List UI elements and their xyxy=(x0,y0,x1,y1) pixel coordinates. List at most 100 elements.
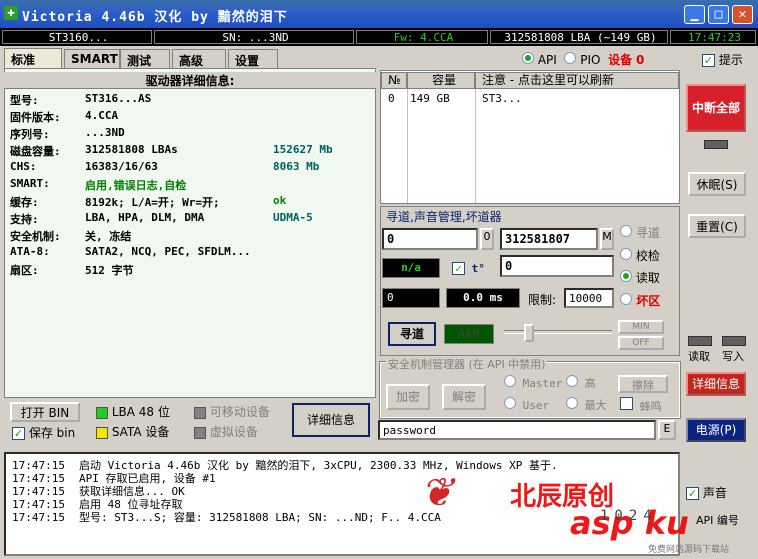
virtual-indicator: 虚拟设备 xyxy=(194,423,258,440)
log-message: 型号: ST3...S; 容量: 312581808 LBA; SN: ...N… xyxy=(78,511,441,524)
col-capacity[interactable]: 容量 xyxy=(407,72,475,89)
aam-slider-thumb[interactable] xyxy=(524,324,534,342)
removable-led xyxy=(194,406,206,419)
high-radio[interactable] xyxy=(566,375,578,387)
lba48-led xyxy=(96,406,108,419)
erase-button[interactable]: 擦除 xyxy=(618,375,668,393)
status-led xyxy=(704,140,728,149)
detail-row: 支持: LBA, HPA, DLM, DMA UDMA-5 xyxy=(10,211,370,227)
mode-bad[interactable]: 坏区 xyxy=(620,292,660,309)
tab-test[interactable]: 测试 xyxy=(120,49,170,68)
limit-input[interactable]: 10000 xyxy=(564,288,614,308)
mode-verify[interactable]: 校检 xyxy=(620,247,660,264)
encrypt-button[interactable]: 加密 xyxy=(386,384,430,410)
password-input[interactable]: password xyxy=(378,420,656,440)
hint-toggle[interactable]: ✓ 提示 xyxy=(702,51,743,68)
minimize-button[interactable]: ▁ xyxy=(684,5,705,24)
max-option[interactable]: 最大 xyxy=(566,397,607,413)
removable-label: 可移动设备 xyxy=(209,405,270,419)
detail-key: 缓存: xyxy=(10,196,39,209)
mode-read[interactable]: 读取 xyxy=(620,269,660,286)
detail-value: 4.CCA xyxy=(85,109,119,122)
decrypt-button[interactable]: 解密 xyxy=(442,384,486,410)
detail-row: 缓存: 8192k; L/A=开; Wr=开; ok xyxy=(10,194,370,210)
sound-checkbox[interactable]: ✓ xyxy=(686,487,699,500)
aam-off-button[interactable]: OFF xyxy=(618,336,664,350)
api-radio[interactable] xyxy=(522,52,534,64)
lba48-label: LBA 48 位 xyxy=(111,405,170,419)
detail-extra: UDMA-5 xyxy=(273,211,313,224)
hint-label: 提示 xyxy=(718,53,743,67)
aam-min-button[interactable]: MIN xyxy=(618,320,664,334)
detail-extra: 152627 Mb xyxy=(273,143,333,156)
details-button[interactable]: 详细信息 xyxy=(292,403,370,437)
security-title: 安全机制管理器 (在 API 中禁用) xyxy=(386,356,548,372)
detail-row: 扇区: 512 字节 xyxy=(10,262,370,278)
mode-verify-radio[interactable] xyxy=(620,248,632,260)
row-note: ST3... xyxy=(482,92,522,105)
detail-key: 扇区: xyxy=(10,264,39,277)
mode-bad-radio[interactable] xyxy=(620,293,632,305)
save-bin-toggle[interactable]: ✓ 保存 bin xyxy=(12,424,75,441)
window-title: Victoria 4.46b 汉化 by 黯然的泪下 xyxy=(22,10,288,25)
seek-button[interactable]: 寻道 xyxy=(388,322,436,346)
detail-row: 型号: ST316...AS xyxy=(10,92,370,108)
detail-row: SMART: 启用,错误日志,自检 xyxy=(10,177,370,193)
high-option[interactable]: 高 xyxy=(566,375,596,391)
close-button[interactable]: ✕ xyxy=(732,5,753,24)
position-display: 0 xyxy=(382,288,440,308)
password-erase-button[interactable]: E xyxy=(658,420,676,440)
user-option[interactable]: User xyxy=(504,397,549,412)
max-radio[interactable] xyxy=(566,397,578,409)
row-capacity: 149 GB xyxy=(410,92,450,105)
detail-value: 312581808 LBAs xyxy=(85,143,178,156)
power-button[interactable]: 电源(P) xyxy=(686,418,746,442)
save-bin-checkbox[interactable]: ✓ xyxy=(12,427,25,440)
temperature-checkbox[interactable]: ✓ xyxy=(452,262,465,275)
open-bin-button[interactable]: 打开 BIN xyxy=(10,402,80,422)
col-note[interactable]: 注意 - 点击这里可以刷新 xyxy=(475,72,679,89)
mode-read-radio[interactable] xyxy=(620,270,632,282)
temperature-toggle[interactable]: ✓ t° xyxy=(452,262,485,275)
sleep-button[interactable]: 休眠(S) xyxy=(688,172,746,196)
beep-checkbox[interactable] xyxy=(620,397,633,410)
detail-key: 磁盘容量: xyxy=(10,145,61,158)
na-display: n/a xyxy=(382,258,440,278)
master-radio[interactable] xyxy=(504,375,516,387)
tab-standard[interactable]: 标准 xyxy=(4,48,62,69)
detail-row: 序列号: ...3ND xyxy=(10,126,370,142)
stop-all-button[interactable]: 中断全部 xyxy=(686,84,746,132)
write-led xyxy=(722,336,746,346)
end-lba-input[interactable]: 312581807 xyxy=(500,228,598,250)
detail-key: 型号: xyxy=(10,94,39,107)
detail-row: 磁盘容量: 312581808 LBAs 152627 Mb xyxy=(10,143,370,159)
tab-advanced[interactable]: 高级 xyxy=(172,49,226,68)
seek-panel-title: 寻道,声音管理,坏道器 xyxy=(386,210,502,224)
sound-toggle[interactable]: ✓ 声音 xyxy=(686,484,727,501)
list-item[interactable]: 0 149 GB ST3... xyxy=(382,92,678,108)
device-number[interactable]: 0 xyxy=(636,53,644,67)
tab-settings[interactable]: 设置 xyxy=(228,49,278,68)
reset-button[interactable]: 重置(C) xyxy=(688,214,746,238)
tab-smart[interactable]: SMART xyxy=(64,49,120,68)
read-led xyxy=(688,336,712,346)
master-option[interactable]: Master xyxy=(504,375,562,390)
mode-verify-label: 校检 xyxy=(635,249,660,263)
start-zero-button[interactable]: 0 xyxy=(480,228,494,250)
maximize-button[interactable]: □ xyxy=(708,5,729,24)
max-lba-button[interactable]: M xyxy=(600,228,614,250)
aam-slider-track[interactable] xyxy=(504,330,612,334)
beep-toggle[interactable]: 蜂鸣 xyxy=(620,397,662,414)
right-details-button[interactable]: 详细信息 xyxy=(686,372,746,396)
serial-readout: SN: ...3ND xyxy=(154,30,354,44)
col-number[interactable]: № xyxy=(381,72,407,89)
mode-seek[interactable]: 寻道 xyxy=(620,224,660,241)
hint-checkbox[interactable]: ✓ xyxy=(702,54,715,67)
drive-details-title: 驱动器详细信息: xyxy=(4,72,376,89)
log-line: 17:47:15 型号: ST3...S; 容量: 312581808 LBA; … xyxy=(12,509,441,525)
start-lba-input[interactable]: 0 xyxy=(382,228,478,250)
pio-radio[interactable] xyxy=(564,52,577,64)
mode-seek-radio[interactable] xyxy=(620,225,632,237)
save-bin-label: 保存 bin xyxy=(28,426,76,440)
user-radio[interactable] xyxy=(504,397,516,409)
